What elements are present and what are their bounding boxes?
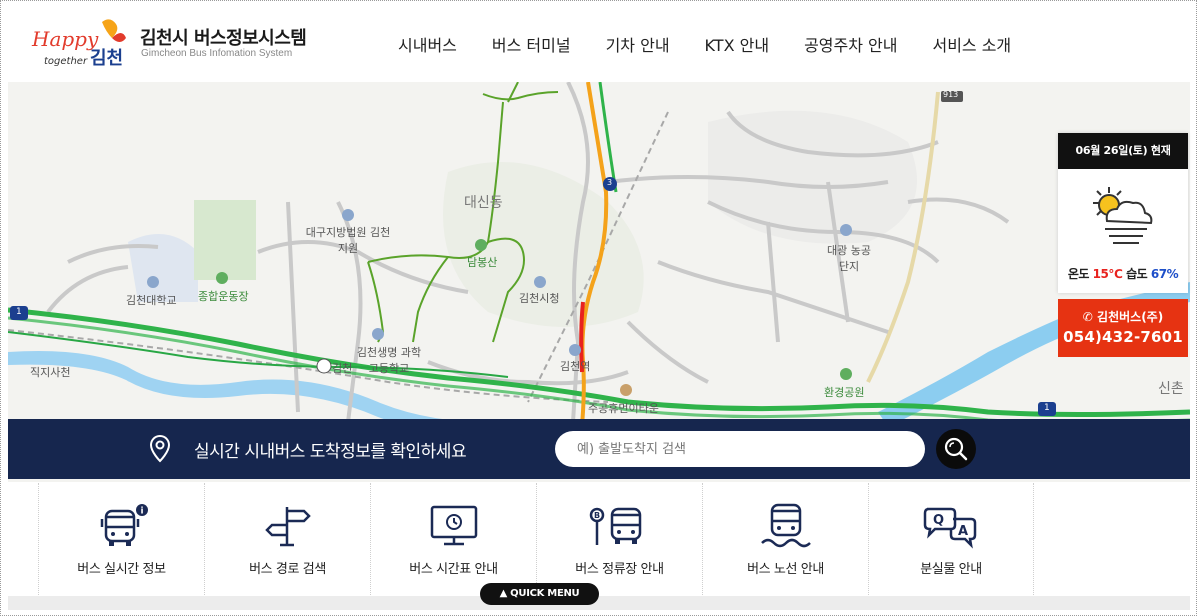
phone-icon: ✆: [1082, 310, 1093, 324]
site-subtitle: Gimcheon Bus Infomation System: [141, 48, 293, 59]
map-label-univ: 김천대학교: [126, 294, 177, 307]
monitor-clock-icon: [426, 503, 482, 553]
bottom-strip: [8, 596, 1190, 610]
nav-train-info[interactable]: 기차 안내: [606, 32, 670, 56]
quick-label: 버스 실시간 정보: [77, 562, 166, 577]
quick-label: 버스 경로 검색: [249, 562, 326, 577]
map-label-damsan: 담봉산: [467, 256, 498, 269]
bus-realtime-icon: i: [94, 503, 150, 553]
nav-city-bus[interactable]: 시내버스: [398, 32, 457, 56]
search-bar: 실시간 시내버스 도착정보를 확인하세요: [8, 419, 1190, 479]
map-label-industrial: 대광 농공단지: [827, 244, 871, 273]
partly-cloudy-fog-icon: [1085, 185, 1157, 247]
quick-label: 버스 정류장 안내: [575, 562, 664, 577]
company-phone[interactable]: 054)432-7601: [1058, 328, 1188, 346]
svg-text:A: A: [958, 524, 968, 539]
company-name: ✆ 김천버스(주): [1058, 308, 1188, 325]
route-1b-label: 1: [1044, 403, 1050, 413]
map-label-school: 김천생명 과학고등학교: [356, 346, 422, 375]
temp-label: 온도: [1067, 267, 1090, 281]
map-label-ic: 김천: [332, 362, 353, 375]
map-label-apt: 주공휴먼이타운: [588, 402, 659, 415]
svg-text:B: B: [594, 511, 600, 520]
quick-label: 분실물 안내: [920, 562, 982, 577]
company-contact-box[interactable]: ✆ 김천버스(주) 054)432-7601: [1058, 299, 1188, 357]
quick-timetable[interactable]: 버스 시간표 안내: [370, 483, 536, 595]
map-label-daesin: 대신동: [464, 195, 503, 211]
svg-text:Q: Q: [933, 513, 944, 528]
quick-menu-toggle[interactable]: ▲ QUICK MENU: [480, 583, 599, 605]
nav-service-intro[interactable]: 서비스 소개: [932, 32, 1011, 56]
search-icon: [944, 437, 968, 461]
map-label-sinchon: 신촌: [1158, 381, 1184, 397]
signpost-icon: [260, 503, 316, 553]
company-name-text: 김천버스(주): [1097, 310, 1164, 324]
destination-search-input[interactable]: [555, 431, 925, 467]
main-nav: 시내버스 버스 터미널 기차 안내 KTX 안내 공영주차 안내 서비스 소개: [398, 6, 1046, 82]
happy-gimcheon-logo[interactable]: Happy together 김천: [30, 16, 130, 70]
weather-readout: 온도 15℃ 습도 67%: [1058, 265, 1188, 282]
map-label-park: 환경공원: [824, 386, 865, 399]
route-1-label: 1: [16, 307, 22, 317]
nav-ktx-info[interactable]: KTX 안내: [705, 32, 770, 56]
search-message: 실시간 시내버스 도착정보를 확인하세요: [194, 442, 467, 462]
site-header: Happy together 김천 김천시 버스정보시스템 Gimcheon B…: [8, 6, 1188, 82]
map-label-cityhall: 김천시청: [519, 292, 560, 305]
nav-public-parking[interactable]: 공영주차 안내: [804, 32, 897, 56]
svg-text:Happy: Happy: [31, 27, 99, 51]
quick-lost-found[interactable]: Q A 분실물 안내: [868, 483, 1034, 595]
weather-date: 06월 26일(토) 현재: [1058, 133, 1188, 169]
map-label-station: 김천역: [560, 360, 591, 373]
svg-text:together: together: [44, 56, 88, 67]
temp-value: 15℃: [1092, 267, 1123, 281]
quick-bus-route[interactable]: 버스 노선 안내: [702, 483, 868, 595]
quick-bus-realtime[interactable]: i 버스 실시간 정보: [38, 483, 204, 595]
humid-label: 습도: [1126, 267, 1148, 281]
humid-value: 67%: [1150, 267, 1179, 281]
weather-panel: 06월 26일(토) 현재 온도 15℃ 습도 67%: [1058, 133, 1188, 293]
map-label-jikji: 직지사천: [30, 366, 71, 379]
quick-label: 버스 시간표 안내: [409, 562, 498, 577]
bus-stop-icon: B: [588, 503, 652, 553]
qa-bubble-icon: Q A: [921, 503, 981, 553]
quick-route-search[interactable]: 버스 경로 검색: [204, 483, 370, 595]
site-title[interactable]: 김천시 버스정보시스템: [140, 24, 307, 50]
search-button[interactable]: [936, 429, 976, 469]
bus-route-icon: [758, 503, 814, 553]
map-label-court: 대구지방법원 김천지원: [305, 226, 391, 255]
nav-bus-terminal[interactable]: 버스 터미널: [492, 32, 571, 56]
quick-label: 버스 노선 안내: [747, 562, 824, 577]
quick-menu: i 버스 실시간 정보 버스 경로 검색 버스 시간표 안내 B 버스 정류장 …: [38, 483, 1038, 595]
route-913-label: 913: [943, 90, 959, 99]
map-label-stadium: 종합운동장: [198, 290, 249, 303]
svg-text:김천: 김천: [90, 48, 123, 69]
route-3-label: 3: [607, 178, 613, 187]
location-pin-icon: [149, 434, 171, 467]
svg-text:i: i: [140, 507, 143, 517]
quick-bus-stop[interactable]: B 버스 정류장 안내: [536, 483, 702, 595]
